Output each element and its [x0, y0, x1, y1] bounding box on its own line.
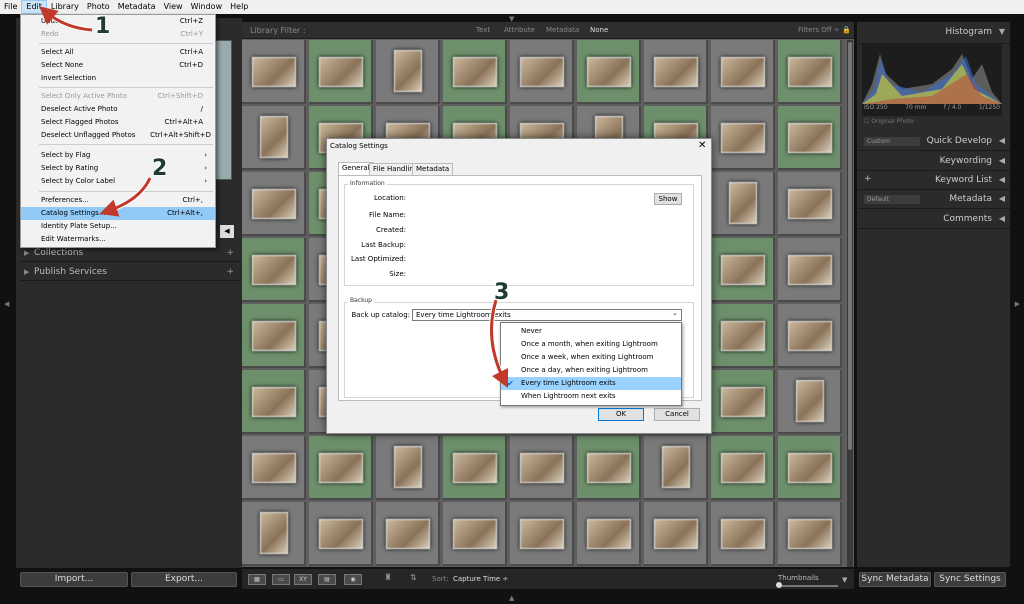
annotation-arrow-3	[490, 299, 509, 389]
annotation-arrows	[39, 6, 509, 389]
annotation-arrow-1-outline	[44, 10, 93, 33]
step-number-1: 1	[95, 14, 111, 39]
annotation-arrow-2-outline	[107, 176, 153, 214]
step-number-3: 3	[494, 280, 510, 305]
step-number-2: 2	[152, 156, 168, 181]
